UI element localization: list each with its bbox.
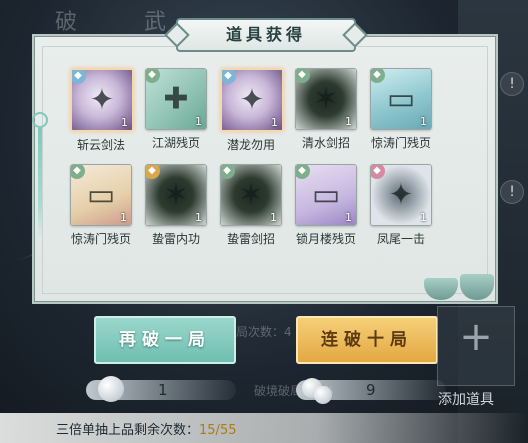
reward-item-card[interactable]: ✚ ◆ 1	[145, 68, 207, 130]
item-name: 锁月楼残页	[295, 232, 356, 246]
reward-item[interactable]: ✶ ◆ 1 蛰雷剑招	[220, 164, 282, 247]
jade-tassel-ornament	[32, 112, 48, 242]
rarity-badge-icon: ◆	[72, 70, 86, 84]
item-name: 蛰雷剑招	[226, 232, 275, 246]
reward-item[interactable]: ✶ ◆ 1 清水剑招	[295, 68, 357, 151]
footer-bar: 三倍单抽上品剩余次数：15/55	[0, 413, 528, 443]
reward-item-card[interactable]: ▭ ◆ 1	[70, 164, 132, 226]
pearl-icon	[98, 376, 124, 402]
item-name: 潜龙勿用	[226, 138, 275, 152]
reward-item-card[interactable]: ✶ ◆ 1	[220, 164, 282, 226]
item-count: 1	[121, 116, 128, 129]
reward-item[interactable]: ▭ ◆ 1 惊涛门残页	[370, 68, 432, 151]
reward-item[interactable]: ✦ ◆ 1 斩云剑法	[70, 68, 134, 153]
reward-item[interactable]: ✦ ◆ 1 凤尾一击	[370, 164, 432, 247]
item-name: 江湖残页	[151, 136, 200, 150]
item-count: 1	[271, 116, 278, 129]
item-count: 1	[195, 115, 202, 128]
item-name: 清水剑招	[301, 136, 350, 150]
reward-item-card[interactable]: ✦ ◆ 1	[70, 68, 134, 132]
item-glyph-icon: ✦	[89, 82, 115, 118]
item-count: 1	[345, 115, 352, 128]
reward-item[interactable]: ✚ ◆ 1 江湖残页	[145, 68, 207, 151]
currency-value: 9	[366, 381, 376, 399]
tea-bowls-decoration	[424, 270, 500, 300]
reward-item-card[interactable]: ✦ ◆ 1	[220, 68, 284, 132]
plus-icon: +	[459, 313, 493, 360]
currency-value: 1	[158, 381, 168, 399]
item-glyph-icon: ✶	[163, 177, 189, 213]
reward-item[interactable]: ▭ ◆ 1 惊涛门残页	[70, 164, 132, 247]
item-glyph-icon: ▭	[86, 177, 116, 213]
reward-item-card[interactable]: ✦ ◆ 1	[370, 164, 432, 226]
side-alert-icon[interactable]: !	[500, 180, 524, 204]
reward-item[interactable]: ▭ ◆ 1 锁月楼残页	[295, 164, 357, 247]
reward-item-card[interactable]: ▭ ◆ 1	[370, 68, 432, 130]
add-item-label: 添加道具	[438, 392, 494, 408]
triple-draw-remaining: 三倍单抽上品剩余次数：15/55	[56, 423, 237, 438]
item-count: 1	[420, 211, 427, 224]
reward-item-card[interactable]: ✶ ◆ 1	[145, 164, 207, 226]
item-name: 凤尾一击	[376, 232, 425, 246]
reward-item[interactable]: ✦ ◆ 1 潜龙勿用	[220, 68, 284, 153]
item-name: 惊涛门残页	[370, 136, 431, 150]
play-ten-button[interactable]: 连破十局	[296, 316, 438, 364]
rarity-badge-icon: ◆	[222, 70, 236, 84]
item-count: 1	[345, 211, 352, 224]
item-glyph-icon: ▭	[311, 177, 341, 213]
item-count: 1	[120, 211, 127, 224]
item-glyph-icon: ▭	[386, 81, 416, 117]
item-count: 1	[270, 211, 277, 224]
item-name: 蛰雷内功	[151, 232, 200, 246]
hidden-count-text: 局次数：4	[236, 325, 292, 339]
item-count: 1	[195, 211, 202, 224]
reward-item-card[interactable]: ✶ ◆ 1	[295, 68, 357, 130]
side-alert-icon[interactable]: !	[500, 72, 524, 96]
item-glyph-icon: ✶	[238, 177, 264, 213]
item-name: 惊涛门残页	[70, 232, 131, 246]
item-glyph-icon: ✦	[388, 177, 414, 213]
add-item-button[interactable]: +	[437, 306, 515, 386]
panel-title: 道具获得	[176, 18, 356, 52]
reward-item-card[interactable]: ▭ ◆ 1	[295, 164, 357, 226]
item-glyph-icon: ✦	[239, 82, 265, 118]
reward-item[interactable]: ✶ ◆ 1 蛰雷内功	[145, 164, 207, 247]
item-count: 1	[420, 115, 427, 128]
item-glyph-icon: ✶	[313, 81, 339, 117]
item-glyph-icon: ✚	[163, 81, 189, 117]
item-name: 斩云剑法	[76, 138, 125, 152]
play-again-button[interactable]: 再破一局	[94, 316, 236, 364]
